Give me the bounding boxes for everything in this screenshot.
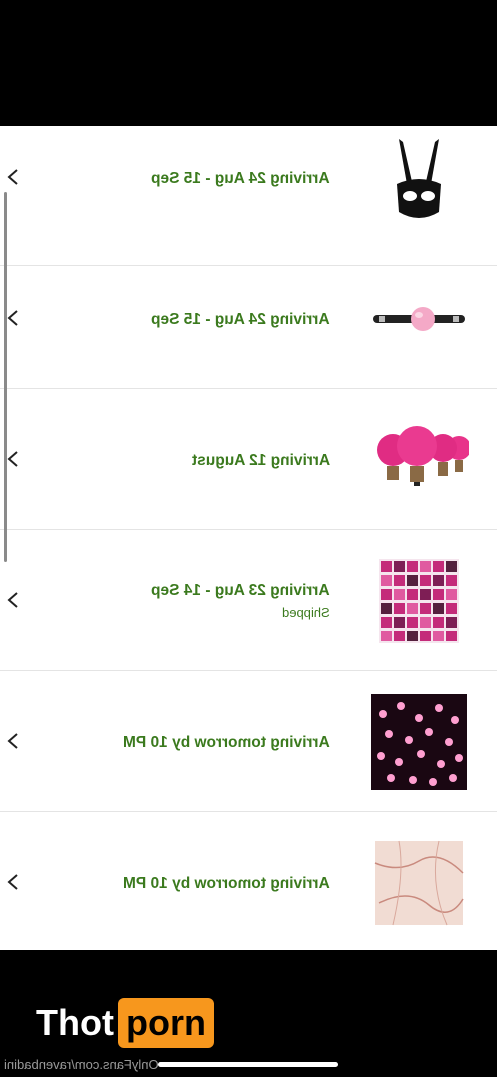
chevron-left-icon[interactable]	[6, 591, 20, 609]
chevron-left-icon[interactable]	[6, 732, 20, 750]
marble-tapestry-image	[374, 840, 464, 926]
order-row[interactable]: Arriving tomorrow by 10 PM	[0, 672, 497, 812]
order-row[interactable]: Arriving 24 Aug - 15 Sep	[0, 126, 497, 266]
cherry-blossom-lights-image	[371, 694, 467, 790]
bunny-mask-image	[397, 139, 441, 218]
chevron-left-icon[interactable]	[6, 450, 20, 468]
order-row[interactable]: Arriving 23 Aug - 14 Sep Shipped	[0, 531, 497, 671]
order-row[interactable]: Arriving tomorrow by 10 PM	[0, 813, 497, 953]
order-substatus: Shipped	[282, 605, 330, 620]
order-status: Arriving tomorrow by 10 PM	[123, 875, 330, 892]
scroll-indicator[interactable]	[4, 192, 7, 562]
chevron-left-icon[interactable]	[6, 873, 20, 891]
logo-text-part1: Thot	[36, 1002, 114, 1043]
order-row[interactable]: Arriving 24 Aug - 15 Sep	[0, 249, 497, 389]
ball-gag-image	[373, 307, 465, 331]
top-black-bar	[0, 0, 497, 126]
orders-list: Arriving 24 Aug - 15 Sep Arriving 24 Aug…	[0, 126, 497, 950]
thotporn-logo: Thot porn	[36, 997, 214, 1049]
home-indicator[interactable]	[158, 1062, 338, 1067]
order-status: Arriving 23 Aug - 14 Sep	[151, 582, 330, 599]
watermark-text: OnlyFans.com/ravenbadini	[4, 1057, 159, 1072]
pink-collage-kit-image	[379, 559, 459, 643]
pink-light-bulbs-image	[377, 426, 469, 486]
order-status: Arriving 12 August	[191, 452, 330, 469]
chevron-left-icon[interactable]	[6, 168, 20, 186]
order-row[interactable]: Arriving 12 August	[0, 390, 497, 530]
order-status: Arriving 24 Aug - 15 Sep	[151, 311, 330, 328]
chevron-left-icon[interactable]	[6, 309, 20, 327]
logo-text-part2: porn	[117, 998, 214, 1048]
order-status: Arriving 24 Aug - 15 Sep	[151, 170, 330, 187]
order-status: Arriving tomorrow by 10 PM	[123, 734, 330, 751]
